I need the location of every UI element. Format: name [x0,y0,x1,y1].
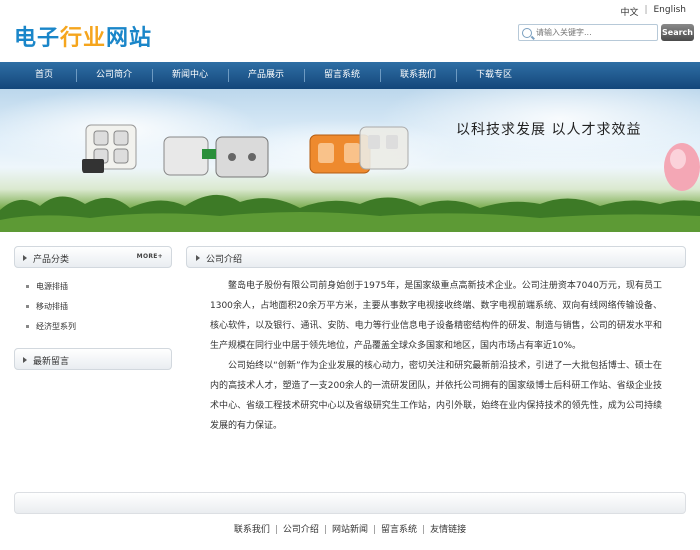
footer-link-news[interactable]: 网站新闻 [332,525,368,535]
nav-home[interactable]: 首页 [12,62,76,89]
nav-download[interactable]: 下载专区 [456,62,532,89]
category-item[interactable]: 经济型系列 [26,322,76,342]
banner-slogan: 以科技求发展 以人才求效益 [456,122,642,138]
search-icon [522,27,532,38]
triangle-bullet-icon [23,357,27,363]
clear-power-strip-image [359,126,409,170]
logo-text-part: 网站 [106,26,153,51]
footer-divider: | [323,525,327,535]
logo-text-part: 行业 [60,26,107,51]
category-item[interactable]: 电源排插 [26,282,76,302]
main-nav: 首页 公司简介 新闻中心 产品展示 留言系统 联系我们 下载专区 [0,62,700,89]
search-box [518,24,658,41]
category-item[interactable]: 移动排插 [26,302,76,322]
product-category-list: 电源排插 移动排插 经济型系列 [26,282,76,342]
product-category-title: 产品分类 [33,255,70,265]
nav-guestbook[interactable]: 留言系统 [304,62,380,89]
nav-about[interactable]: 公司简介 [76,62,152,89]
latest-messages-header: 最新留言 [14,348,172,370]
footer-link-about[interactable]: 公司介绍 [283,525,319,535]
intro-paragraph: 公司始终以“创新”作为企业发展的核心动力，密切关注和研究最新前沿技术，引进了一大… [210,361,662,431]
footer-bar [14,492,686,514]
hero-banner: 以科技求发展 以人才求效益 [0,89,700,232]
footer-link-contact[interactable]: 联系我们 [234,525,270,535]
footer-divider: | [373,525,377,535]
logo-text-part: 电子 [14,26,61,51]
nav-contact[interactable]: 联系我们 [380,62,456,89]
footer-link-guestbook[interactable]: 留言系统 [381,525,417,535]
footer-divider: | [422,525,426,535]
search-input[interactable] [536,28,646,37]
travel-adapter-image [163,136,269,178]
header: 电子行业网站 中文 | English Search [0,0,700,62]
pink-device-image [664,143,700,191]
site-logo[interactable]: 电子行业网站 [14,20,152,52]
latest-messages-title: 最新留言 [33,357,70,367]
footer-link-friends[interactable]: 友情链接 [430,525,466,535]
lang-english-link[interactable]: English [654,5,687,18]
language-switcher: 中文 | English [620,5,686,18]
company-intro-content: 鳖岛电子股份有限公司前身始创于1975年，是国家级重点高新技术企业。公司注册资本… [210,276,662,436]
lang-divider: | [644,5,648,15]
search-button[interactable]: Search [661,24,694,41]
company-intro-title: 公司介绍 [206,255,243,265]
footer-links: 联系我们 | 公司介绍 | 网站新闻 | 留言系统 | 友情链接 [0,522,700,535]
socket-outlet-image [82,124,137,173]
product-category-header: 产品分类 MORE+ [14,246,172,268]
triangle-bullet-icon [196,255,200,261]
banner-trees-image [0,194,700,232]
more-link[interactable]: MORE+ [137,253,163,260]
footer-divider: | [274,525,278,535]
intro-paragraph: 鳖岛电子股份有限公司前身始创于1975年，是国家级重点高新技术企业。公司注册资本… [210,281,662,351]
lang-chinese-link[interactable]: 中文 [620,5,638,18]
nav-products[interactable]: 产品展示 [228,62,304,89]
company-intro-header: 公司介绍 [186,246,686,268]
triangle-bullet-icon [23,255,27,261]
nav-news[interactable]: 新闻中心 [152,62,228,89]
